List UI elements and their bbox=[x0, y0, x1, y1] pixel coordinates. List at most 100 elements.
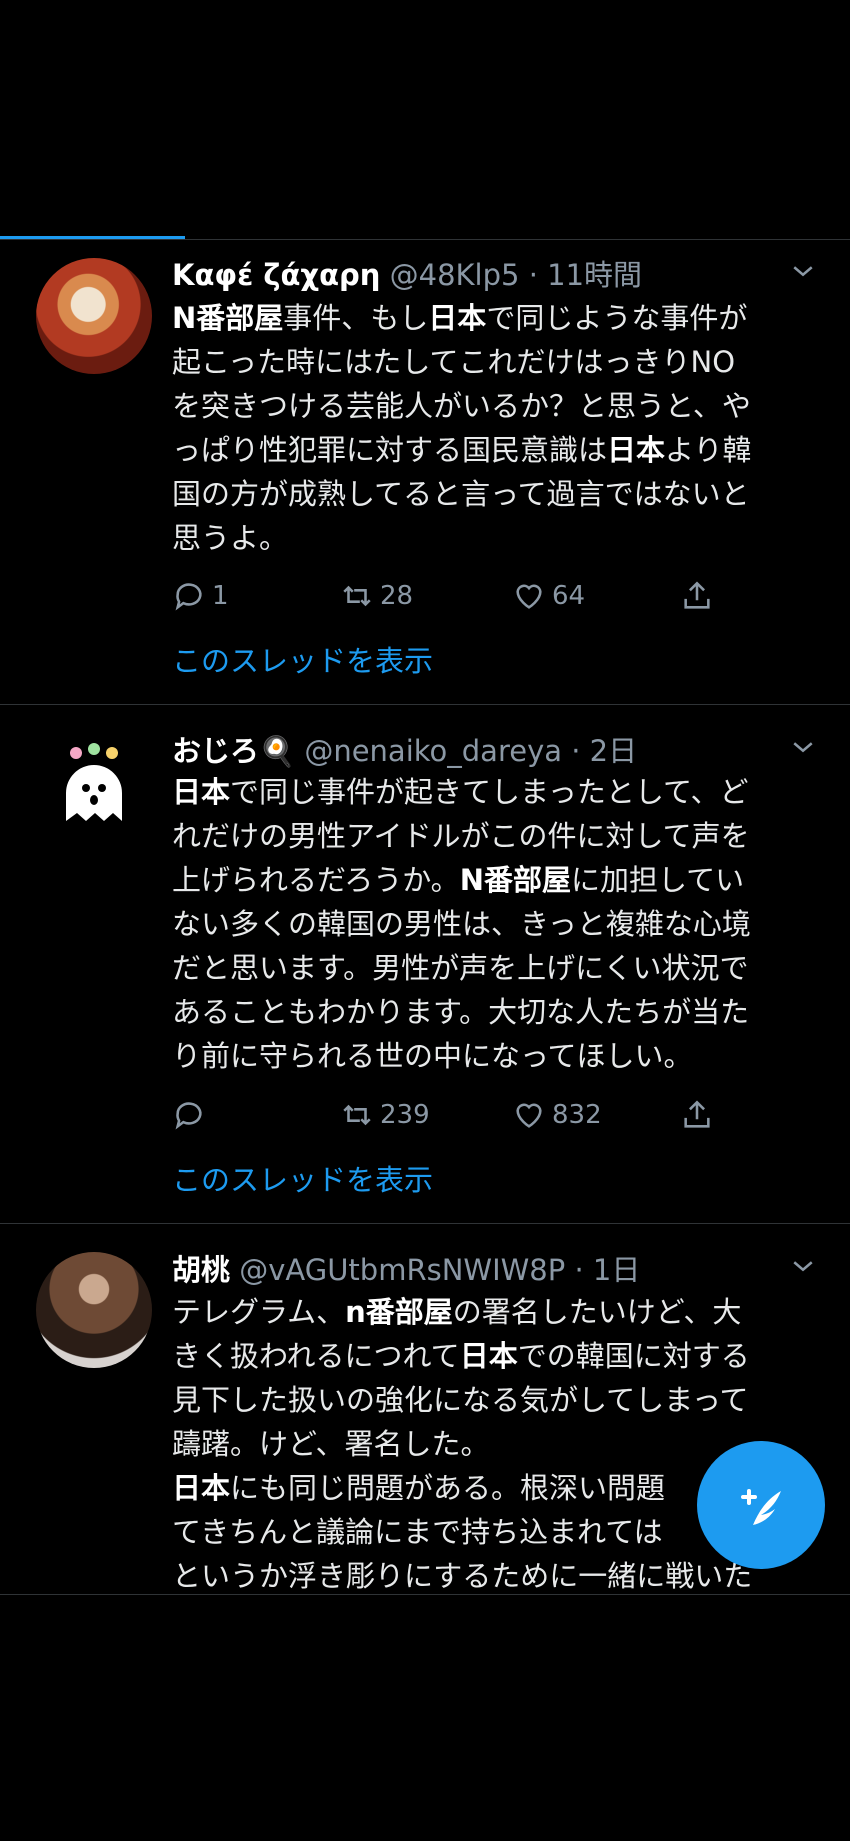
like-button[interactable]: 832 bbox=[512, 1095, 602, 1135]
display-name[interactable]: 胡桃 bbox=[172, 1253, 230, 1287]
tweet-text-segment: きく扱われるにつれて bbox=[172, 1339, 460, 1373]
tweet-text-segment: で同じ事件が起きてしまったとして、ど bbox=[230, 775, 749, 809]
tweet-text-bold: 日本 bbox=[428, 301, 487, 335]
tweet-text-segment: に加担してい bbox=[570, 863, 745, 897]
avatar[interactable] bbox=[36, 1252, 152, 1368]
chevron-down-icon[interactable] bbox=[788, 1251, 818, 1281]
tweet-text-segment: にも同じ問題がある。根深い問題 bbox=[230, 1471, 666, 1505]
share-icon bbox=[684, 1100, 710, 1128]
ghost-avatar-image bbox=[66, 743, 122, 821]
tweet-text-segment: テレグラム、 bbox=[172, 1295, 346, 1329]
tweet-text-line: 上げられるだろうか。N番部屋に加担してい bbox=[172, 858, 820, 902]
tweet-text-segment: れだけの男性アイドルがこの件に対して声を bbox=[172, 819, 750, 853]
show-thread-link[interactable]: このスレッドを表示 bbox=[172, 1157, 433, 1199]
share-button[interactable] bbox=[680, 1095, 720, 1135]
compose-tweet-button[interactable] bbox=[697, 1441, 825, 1569]
tweet-divider bbox=[0, 704, 850, 705]
tweet-text-segment: あることもわかります。大切な人たちが当た bbox=[172, 995, 750, 1029]
tweet-text-segment: ない多くの韓国の男性は、きっと複雑な心境 bbox=[172, 907, 751, 941]
retweet-count: 239 bbox=[380, 1100, 430, 1130]
tweet-text-line: 思うよ。 bbox=[172, 516, 820, 560]
retweet-count: 28 bbox=[380, 581, 414, 611]
reply-button[interactable]: 1 bbox=[172, 576, 229, 616]
tweet-text-segment: で同じような事件が bbox=[486, 301, 748, 335]
tab-divider bbox=[0, 239, 850, 240]
timestamp[interactable]: 2日 bbox=[590, 734, 637, 768]
retweet-button[interactable]: 239 bbox=[340, 1095, 430, 1135]
tweet-text-segment: 上げられるだろうか。 bbox=[172, 863, 460, 897]
tweet-actions: 239 832 bbox=[172, 1095, 820, 1135]
display-name[interactable]: おじろ🍳 bbox=[172, 734, 295, 768]
tweet-actions: 1 28 64 bbox=[172, 576, 820, 616]
tweet-text-line: を突きつける芸能人がいるか？と思うと、や bbox=[172, 384, 820, 428]
tweet-text: 日本で同じ事件が起きてしまったとして、どれだけの男性アイドルがこの件に対して声を… bbox=[172, 770, 820, 1078]
tweet-text-line: 起こった時にはたしてこれだけはっきりNO bbox=[172, 340, 820, 384]
tweet-text-line: だと思います。男性が声を上げにくい状況で bbox=[172, 946, 820, 990]
tweet-text-segment: 起こった時にはたしてこれだけはっきりNO bbox=[172, 345, 736, 379]
show-thread-link[interactable]: このスレッドを表示 bbox=[172, 638, 433, 680]
reply-icon bbox=[175, 583, 202, 611]
handle[interactable]: @nenaiko_dareya bbox=[304, 734, 562, 768]
tweet-text-segment: の署名したいけど、大 bbox=[452, 1295, 742, 1329]
compose-tweet-icon bbox=[741, 1489, 781, 1525]
tweet-text-bold: n番部屋 bbox=[345, 1295, 453, 1329]
tweet-text-line: 見下した扱いの強化になる気がしてしまって bbox=[172, 1378, 820, 1422]
retweet-button[interactable]: 28 bbox=[340, 576, 413, 616]
tweet-text-line: N番部屋事件、もし日本で同じような事件が bbox=[172, 296, 820, 340]
tweet-text-line: きく扱われるにつれて日本での韓国に対する bbox=[172, 1334, 820, 1378]
tweet-text-line: れだけの男性アイドルがこの件に対して声を bbox=[172, 814, 820, 858]
retweet-icon bbox=[343, 1104, 371, 1126]
timestamp[interactable]: 11時間 bbox=[547, 258, 642, 292]
tweet-text-line: テレグラム、n番部屋の署名したいけど、大 bbox=[172, 1290, 820, 1334]
tweet-text-segment: より韓 bbox=[665, 433, 752, 467]
tweet-divider bbox=[0, 1223, 850, 1224]
tweet-text-segment: 事件、もし bbox=[283, 301, 429, 335]
like-count: 64 bbox=[552, 581, 586, 611]
tweet-divider bbox=[0, 1594, 850, 1595]
display-name[interactable]: Καφέ ζάχαρη bbox=[172, 258, 380, 292]
like-button[interactable]: 64 bbox=[512, 576, 585, 616]
tweet-text-segment: というか浮き彫りにするために一緒に戦いた bbox=[172, 1559, 753, 1593]
tweet-text-segment: だと思います。男性が声を上げにくい状況で bbox=[172, 951, 749, 985]
avatar[interactable] bbox=[36, 733, 152, 849]
chevron-down-icon[interactable] bbox=[788, 256, 818, 286]
tweet-text-line: り前に守られる世の中になってほしい。 bbox=[172, 1034, 820, 1078]
avatar[interactable] bbox=[36, 258, 152, 374]
tweet-header: おじろ🍳 @nenaiko_dareya · 2日 bbox=[172, 728, 820, 768]
tweet-text-line: あることもわかります。大切な人たちが当た bbox=[172, 990, 820, 1034]
tweet-text-segment: を突きつける芸能人がいるか？と思うと、や bbox=[172, 389, 751, 423]
tweet-text-line: っぱり性犯罪に対する国民意識は日本より韓 bbox=[172, 428, 820, 472]
tweet-text: N番部屋事件、もし日本で同じような事件が 起こった時にはたしてこれだけはっきりNO… bbox=[172, 296, 820, 560]
tweet-text-bold: N番部屋 bbox=[459, 863, 571, 897]
chevron-down-icon[interactable] bbox=[788, 732, 818, 762]
share-icon bbox=[684, 581, 710, 609]
tweet-text-segment: てきちんと議論にまで持ち込まれては bbox=[172, 1515, 663, 1549]
retweet-icon bbox=[343, 585, 371, 607]
reply-count: 1 bbox=[212, 581, 229, 611]
tweet-text-segment: 見下した扱いの強化になる気がしてしまって bbox=[172, 1383, 749, 1417]
reply-icon bbox=[175, 1102, 202, 1130]
tweet-text-bold: 日本 bbox=[607, 433, 666, 467]
tweet-text-segment: っぱり性犯罪に対する国民意識は bbox=[172, 433, 608, 467]
tweet-text-line: というか浮き彫りにするために一緒に戦いた bbox=[172, 1554, 820, 1598]
tweet-text-segment: 国の方が成熟してると言って過言ではないと bbox=[172, 477, 750, 511]
tweet-text-bold: 日本 bbox=[172, 1471, 231, 1505]
tweet-text-line: 日本で同じ事件が起きてしまったとして、ど bbox=[172, 770, 820, 814]
tweet-text-bold: 日本 bbox=[459, 1339, 518, 1373]
timestamp[interactable]: 1日 bbox=[593, 1253, 640, 1287]
share-button[interactable] bbox=[680, 576, 720, 616]
heart-icon bbox=[516, 1103, 542, 1128]
tweet-text-segment: 思うよ。 bbox=[172, 521, 289, 555]
tweet-text-bold: 日本 bbox=[172, 775, 231, 809]
handle[interactable]: @vAGUtbmRsNWIW8P bbox=[239, 1253, 565, 1287]
tweet-text-segment: 躊躇。けど、署名した。 bbox=[172, 1427, 490, 1461]
reply-button[interactable] bbox=[172, 1095, 212, 1135]
tweet-text-segment: り前に守られる世の中になってほしい。 bbox=[172, 1039, 693, 1073]
tweet-text-segment: での韓国に対する bbox=[517, 1339, 750, 1373]
tweet-header: Καφέ ζάχαρη @48Klp5 · 11時間 bbox=[172, 252, 820, 292]
handle[interactable]: @48Klp5 bbox=[390, 258, 520, 292]
tweet-text-line: 国の方が成熟してると言って過言ではないと bbox=[172, 472, 820, 516]
like-count: 832 bbox=[552, 1100, 602, 1130]
tweet-header: 胡桃 @vAGUtbmRsNWIW8P · 1日 bbox=[172, 1247, 820, 1287]
tweet-text-bold: N番部屋 bbox=[172, 301, 284, 335]
